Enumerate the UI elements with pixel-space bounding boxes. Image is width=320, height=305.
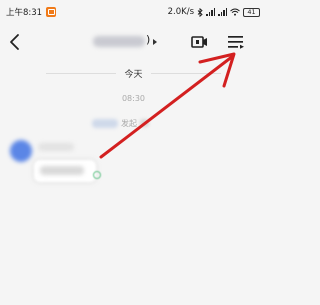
- bluetooth-icon: [197, 7, 203, 17]
- chat-header: ): [0, 26, 267, 60]
- battery-icon: 41: [243, 7, 260, 17]
- wifi-icon: [230, 8, 240, 16]
- chevron-left-icon: [10, 34, 19, 50]
- chat-settings-menu-button[interactable]: [227, 35, 245, 49]
- divider: [46, 72, 117, 74]
- message-text-blurred: [40, 166, 84, 175]
- back-button[interactable]: [6, 32, 24, 52]
- system-message-text: 发起: [121, 118, 137, 128]
- divider: [150, 72, 221, 74]
- message-timestamp: 08:30: [121, 94, 146, 103]
- system-message-blurred-name: [92, 118, 118, 128]
- cellular-signal-icon: [206, 8, 215, 16]
- date-label: 今天: [124, 69, 143, 80]
- net-speed: 2.0K/s: [167, 7, 194, 17]
- video-call-button[interactable]: [191, 35, 208, 49]
- status-time: 上午8:31: [6, 8, 43, 18]
- video-call-icon: [191, 36, 207, 48]
- notification-app-icon: [46, 7, 57, 17]
- chat-title-blurred[interactable]: [93, 36, 145, 47]
- chat-title-suffix: ): [146, 33, 151, 46]
- date-separator: 今天: [0, 67, 267, 80]
- status-left: 上午8:31: [6, 6, 57, 18]
- sender-name-blurred: [38, 143, 74, 151]
- message-status-icon: [93, 171, 101, 179]
- system-message-blurred-tail: [140, 119, 149, 127]
- status-bar: 上午8:31 2.0K/s 41: [0, 0, 267, 24]
- status-right: 2.0K/s 41: [168, 7, 260, 17]
- menu-lines-icon: [228, 36, 244, 49]
- system-message: 发起: [92, 117, 149, 129]
- cellular-signal-icon-2: [218, 8, 227, 16]
- avatar[interactable]: [10, 140, 32, 162]
- title-caret-icon[interactable]: [153, 39, 157, 45]
